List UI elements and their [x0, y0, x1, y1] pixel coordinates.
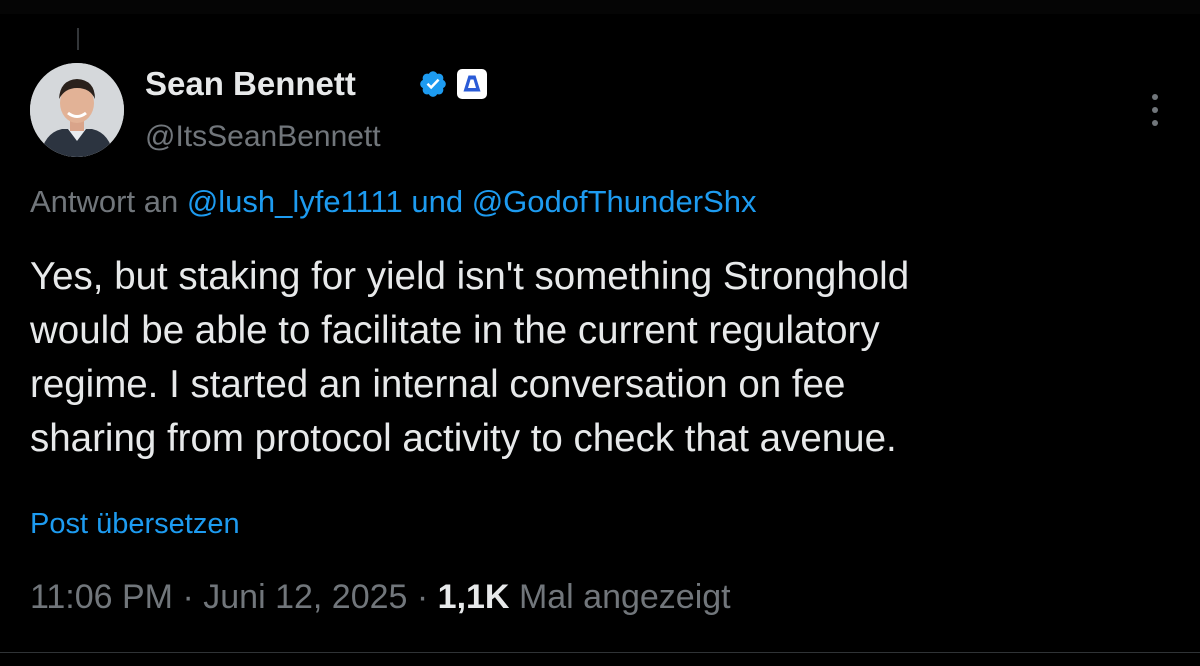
verified-badge-icon[interactable]: [418, 69, 448, 99]
tweet-text-line: would be able to facilitate in the curre…: [30, 309, 880, 352]
views-count[interactable]: 1,1K: [438, 578, 510, 616]
tweet-page: Sean Bennett @ItsSeanBennett Antwort an …: [0, 0, 1200, 666]
divider: [0, 652, 1200, 653]
meta-separator: ·: [416, 578, 429, 616]
tweet-text: Yes, but staking for yield isn't somethi…: [30, 250, 1170, 466]
author-handle[interactable]: @ItsSeanBennett: [145, 118, 381, 156]
translate-post-link[interactable]: Post übersetzen: [30, 506, 240, 542]
views-label: Mal angezeigt: [518, 578, 731, 616]
tweet-date[interactable]: Juni 12, 2025: [203, 578, 407, 616]
avatar[interactable]: [30, 63, 124, 157]
meta-separator: ·: [182, 578, 194, 616]
thread-connector-line: [77, 28, 79, 50]
reply-mention-link[interactable]: @lush_lyfe1111: [187, 184, 403, 219]
reply-mention-link[interactable]: @GodofThunderShx: [472, 184, 757, 219]
avatar-image: [30, 63, 124, 157]
tweet-text-line: sharing from protocol activity to check …: [30, 417, 897, 460]
reply-conjunction: und: [411, 184, 464, 219]
reply-prefix: Antwort an: [30, 184, 179, 219]
top-strip: [0, 0, 1200, 14]
tweet-time[interactable]: 11:06 PM: [30, 578, 173, 616]
tweet-meta: 11:06 PM · Juni 12, 2025 · 1,1K Mal ange…: [30, 576, 731, 618]
more-options-icon[interactable]: [1140, 88, 1170, 132]
tweet-text-line: regime. I started an internal conversati…: [30, 363, 846, 406]
tweet-text-line: Yes, but staking for yield isn't somethi…: [30, 255, 910, 298]
replying-to-line: Antwort an @lush_lyfe1111 und @GodofThun…: [30, 183, 757, 221]
author-display-name[interactable]: Sean Bennett: [145, 64, 356, 104]
affiliate-badge-icon[interactable]: [457, 69, 487, 99]
